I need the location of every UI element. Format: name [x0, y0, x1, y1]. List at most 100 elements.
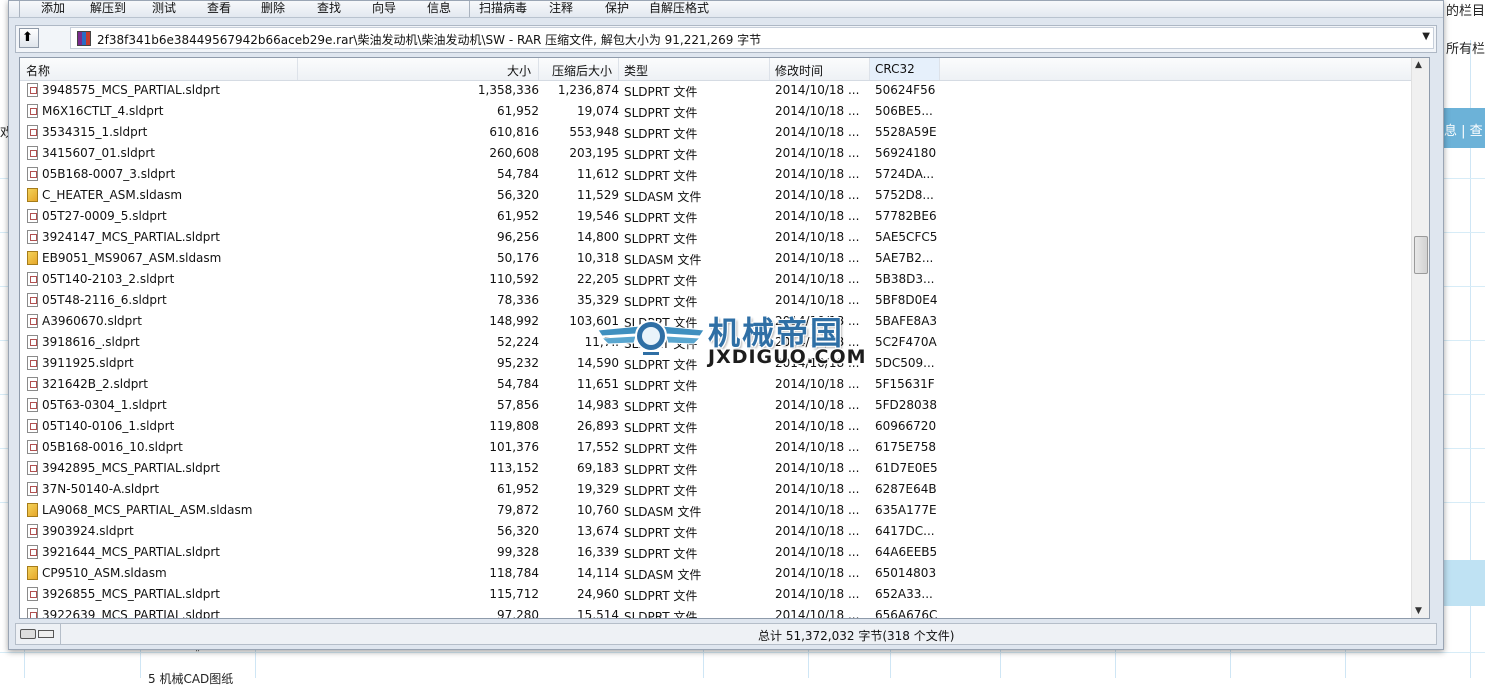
protect-button[interactable]: 保护 [605, 1, 629, 16]
file-name: 05T140-2103_2.sldprt [42, 272, 175, 286]
table-row[interactable]: EB9051_MS9067_ASM.sldasm 50,176 10,318 SLDA… [20, 248, 1429, 269]
file-modified: 2014/10/18 ... [775, 482, 860, 496]
file-size: 99,328 [497, 545, 539, 559]
vertical-scrollbar[interactable]: ▲ ▼ [1411, 58, 1429, 618]
bg-all-columns-link[interactable]: 所有栏 [1446, 38, 1485, 57]
table-row[interactable]: 321642B_2.sldprt 54,784 11,651 SLDPRT 文件 201… [20, 374, 1429, 395]
column-header: 名称 大小 压缩后大小 类型 修改时间 CRC32 [20, 58, 1429, 81]
file-name: 37N-50140-A.sldprt [42, 482, 160, 496]
file-packed-size: 24,960 [577, 587, 619, 601]
table-row[interactable]: 3534315_1.sldprt 610,816 553,948 SLDPRT 文件 2… [20, 122, 1429, 143]
file-modified: 2014/10/18 ... [775, 167, 860, 181]
status-icons [20, 628, 54, 639]
file-name: LA9068_MCS_PARTIAL_ASM.sldasm [42, 503, 253, 517]
up-folder-button[interactable]: ⬆ [19, 28, 39, 48]
table-row[interactable]: 3942895_MCS_PARTIAL.sldprt 113,152 69,183 S… [20, 458, 1429, 479]
file-name: 3942895_MCS_PARTIAL.sldprt [42, 461, 220, 475]
file-size: 101,376 [489, 440, 539, 454]
column-divider[interactable] [869, 58, 870, 80]
column-divider[interactable] [297, 58, 298, 80]
column-divider[interactable] [939, 58, 940, 80]
table-row[interactable]: LA9068_MCS_PARTIAL_ASM.sldasm 79,872 10,76… [20, 500, 1429, 521]
file-packed-size: 17,552 [577, 440, 619, 454]
comment-button[interactable]: 注释 [549, 1, 573, 16]
column-divider[interactable] [618, 58, 619, 80]
scroll-thumb[interactable] [1414, 236, 1428, 274]
file-size: 52,224 [497, 335, 539, 349]
sfx-button[interactable]: 自解压格式 [649, 1, 709, 16]
file-type: SLDPRT 文件 [624, 85, 698, 99]
file-name: 3534315_1.sldprt [42, 125, 148, 139]
file-type: SLDPRT 文件 [624, 127, 698, 141]
find-button[interactable]: 查找 [317, 1, 341, 16]
table-row[interactable]: 3948575_MCS_PARTIAL.sldprt 1,358,336 1,236… [20, 80, 1429, 101]
column-name[interactable]: 名称 [26, 62, 50, 79]
file-packed-size: 14,983 [577, 398, 619, 412]
file-size: 95,232 [497, 356, 539, 370]
file-name: CP9510_ASM.sldasm [42, 566, 167, 580]
file-packed-size: 11,529 [577, 188, 619, 202]
file-size: 97,280 [497, 608, 539, 619]
path-dropdown[interactable]: 2f38f341b6e38449567942b66aceb29e.rar\柴油发… [70, 27, 1434, 49]
file-size: 61,952 [497, 104, 539, 118]
table-row[interactable]: 05B168-0007_3.sldprt 54,784 11,612 SLDPRT 文… [20, 164, 1429, 185]
file-crc: 60966720 [875, 419, 937, 433]
test-button[interactable]: 测试 [152, 1, 176, 16]
column-divider[interactable] [769, 58, 770, 80]
file-packed-size: 16,339 [577, 545, 619, 559]
delete-button[interactable]: 删除 [261, 1, 285, 16]
file-name: 05T140-0106_1.sldprt [42, 419, 175, 433]
table-row[interactable]: 05B168-0016_10.sldprt 101,376 17,552 SLDPRT… [20, 437, 1429, 458]
table-row[interactable]: 05T140-0106_1.sldprt 119,808 26,893 SLDPRT … [20, 416, 1429, 437]
file-packed-size: 19,074 [577, 104, 619, 118]
table-row[interactable]: 05T63-0304_1.sldprt 57,856 14,983 SLDPRT 文件… [20, 395, 1429, 416]
file-crc: 652A33... [875, 587, 933, 601]
file-name: 3948575_MCS_PARTIAL.sldprt [42, 83, 220, 97]
drive-icon[interactable] [20, 629, 36, 639]
column-divider[interactable] [538, 58, 539, 80]
part-file-icon [27, 272, 38, 286]
column-packed[interactable]: 压缩后大小 [552, 62, 612, 79]
bg-info-bar-text[interactable]: 息 | 查 [1444, 120, 1483, 139]
file-crc: 635A177E [875, 503, 937, 517]
table-row[interactable]: 05T140-2103_2.sldprt 110,592 22,205 SLDPRT … [20, 269, 1429, 290]
file-size: 260,608 [489, 146, 539, 160]
chevron-down-icon[interactable]: ▼ [1422, 31, 1430, 42]
column-type[interactable]: 类型 [624, 62, 648, 79]
table-row[interactable]: M6X16CTLT_4.sldprt 61,952 19,074 SLDPRT 文件 2… [20, 101, 1429, 122]
column-size[interactable]: 大小 [507, 62, 531, 79]
table-row[interactable]: 3903924.sldprt 56,320 13,674 SLDPRT 文件 2014/… [20, 521, 1429, 542]
key-icon[interactable] [38, 630, 54, 638]
info-button[interactable]: 信息 [427, 1, 451, 16]
table-row[interactable]: 37N-50140-A.sldprt 61,952 19,329 SLDPRT 文件 2… [20, 479, 1429, 500]
table-row[interactable]: 05T27-0009_5.sldprt 61,952 19,546 SLDPRT 文件… [20, 206, 1429, 227]
table-row[interactable]: CP9510_ASM.sldasm 118,784 14,114 SLDASM 文件 2… [20, 563, 1429, 584]
file-size: 115,712 [489, 587, 539, 601]
part-file-icon [27, 293, 38, 307]
table-row[interactable]: C_HEATER_ASM.sldasm 56,320 11,529 SLDASM 文件… [20, 185, 1429, 206]
scroll-down-icon[interactable]: ▼ [1415, 606, 1422, 616]
file-name: 3911925.sldprt [42, 356, 134, 370]
column-crc[interactable]: CRC32 [875, 62, 915, 76]
wizard-button[interactable]: 向导 [372, 1, 396, 16]
bg-category-link[interactable]: 5 机械CAD图纸 [148, 670, 233, 687]
file-crc: 656A676C [875, 608, 938, 619]
view-button[interactable]: 查看 [207, 1, 231, 16]
part-file-icon [27, 230, 38, 244]
assembly-file-icon [27, 503, 38, 517]
table-row[interactable]: 3924147_MCS_PARTIAL.sldprt 96,256 14,800 SL… [20, 227, 1429, 248]
file-size: 610,816 [489, 125, 539, 139]
table-row[interactable]: 3922639_MCS_PARTIAL.sldprt 97,280 15,514 SL… [20, 605, 1429, 619]
table-row[interactable]: 3921644_MCS_PARTIAL.sldprt 99,328 16,339 SL… [20, 542, 1429, 563]
table-row[interactable]: 3926855_MCS_PARTIAL.sldprt 115,712 24,960 S… [20, 584, 1429, 605]
extract-to-button[interactable]: 解压到 [90, 1, 126, 16]
jx-wings-logo-icon [597, 320, 705, 355]
part-file-icon [27, 104, 38, 118]
part-file-icon [27, 461, 38, 475]
file-crc: 5FD28038 [875, 398, 937, 412]
column-modified[interactable]: 修改时间 [775, 62, 823, 79]
virus-scan-button[interactable]: 扫描病毒 [479, 1, 527, 16]
add-button[interactable]: 添加 [41, 1, 65, 16]
scroll-up-icon[interactable]: ▲ [1415, 60, 1422, 70]
table-row[interactable]: 3415607_01.sldprt 260,608 203,195 SLDPRT 文件… [20, 143, 1429, 164]
